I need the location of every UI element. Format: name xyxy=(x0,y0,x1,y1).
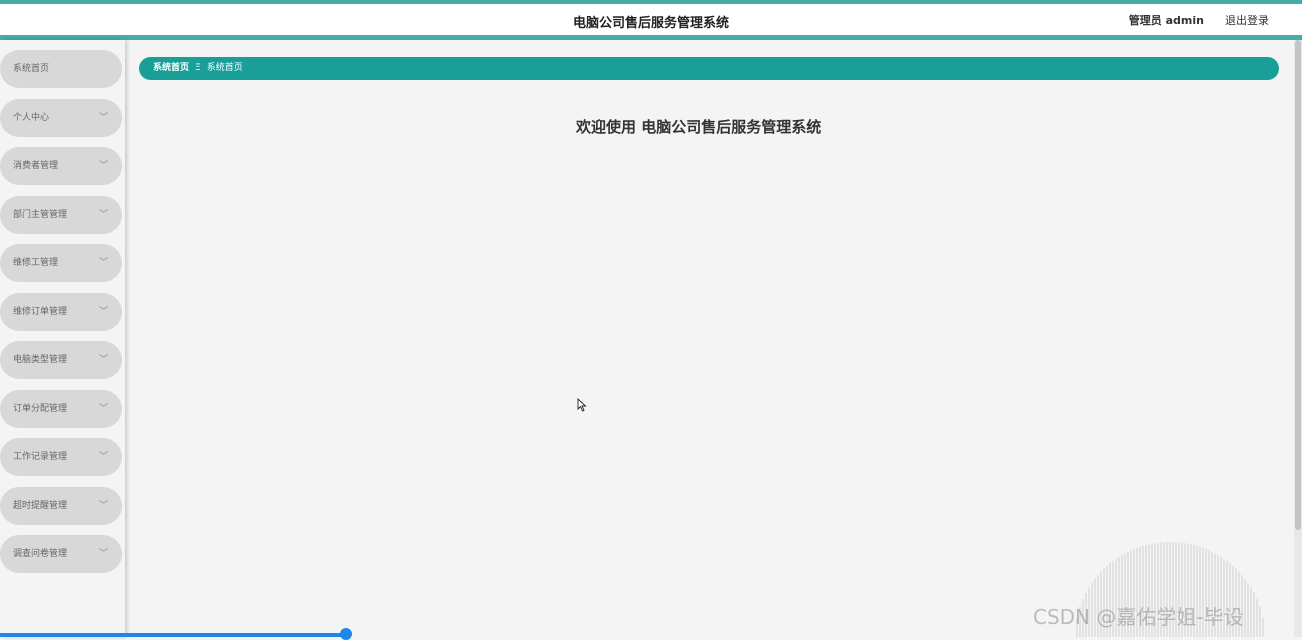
chevron-down-icon: ﹀ xyxy=(98,549,108,559)
user-info: 管理员 admin xyxy=(1128,14,1204,27)
sidebar-item-label: 订单分配管理 xyxy=(13,403,68,414)
chevron-down-icon: ﹀ xyxy=(98,258,108,268)
chevron-down-icon: ﹀ xyxy=(98,355,108,365)
scrollbar-thumb[interactable] xyxy=(1295,40,1301,530)
chevron-down-icon: ﹀ xyxy=(98,161,108,171)
sidebar-item-label: 电脑类型管理 xyxy=(13,355,68,365)
vertical-scrollbar[interactable] xyxy=(1294,40,1302,637)
sidebar-item[interactable]: 超时提醒管理 ﹀ xyxy=(0,486,122,525)
sidebar-item[interactable]: 消费者管理 ﹀ xyxy=(0,147,122,185)
sidebar-item-label: 系统首页 xyxy=(13,64,50,74)
sidebar-item[interactable]: 工作记录管理 ﹀ xyxy=(0,438,122,476)
chevron-down-icon: ﹀ xyxy=(98,403,108,414)
watermark-text: CSDN @嘉佑学姐-毕设 xyxy=(1033,605,1244,629)
chevron-down-icon: ﹀ xyxy=(98,500,108,511)
progress-knob xyxy=(340,628,353,640)
mouse-pointer-icon xyxy=(577,398,587,412)
sidebar-item[interactable]: 订单分配管理 ﹀ xyxy=(0,389,122,428)
sidebar-item-label: 调查问卷管理 xyxy=(13,549,68,559)
chevron-down-icon: ﹀ xyxy=(98,112,108,123)
chevron-down-icon: ﹀ xyxy=(98,452,108,462)
breadcrumb-separator-icon: Ξ xyxy=(195,63,201,73)
breadcrumb-current: 系统首页 xyxy=(206,63,243,73)
sidebar-menu: 系统首页 个人中心 ﹀ 消费者管理 ﹀ 部门主管管理 ﹀ 维修工管理 ﹀ 维修订单管理 ﹀ 电脑类型管… xyxy=(0,40,125,637)
sidebar-item[interactable]: 个人中心 ﹀ xyxy=(0,98,122,137)
app-title: 电脑公司售后服务管理系统 xyxy=(572,16,729,31)
sidebar-item[interactable]: 系统首页 xyxy=(0,50,122,88)
sidebar-item[interactable]: 电脑类型管理 ﹀ xyxy=(0,341,122,379)
sidebar-item-label: 维修订单管理 xyxy=(13,306,68,317)
breadcrumb-home-link[interactable]: 系统首页 xyxy=(153,63,189,73)
loading-progress-bar xyxy=(0,628,1302,640)
sidebar-item-label: 个人中心 xyxy=(13,112,50,123)
breadcrumb: 系统首页 Ξ 系统首页 xyxy=(139,57,1279,80)
sidebar-item-label: 维修工管理 xyxy=(13,258,59,268)
sidebar-item-label: 部门主管管理 xyxy=(13,209,68,220)
sidebar-item[interactable]: 调查问卷管理 ﹀ xyxy=(0,535,122,573)
sidebar-item-label: 工作记录管理 xyxy=(13,452,68,462)
progress-fill xyxy=(0,633,347,637)
sidebar-item[interactable]: 维修订单管理 ﹀ xyxy=(0,292,122,331)
sidebar-item-label: 消费者管理 xyxy=(13,161,59,171)
sidebar-item[interactable]: 维修工管理 ﹀ xyxy=(0,244,122,282)
chevron-down-icon: ﹀ xyxy=(98,306,108,317)
logout-button[interactable]: 退出登录 xyxy=(1225,12,1269,28)
sidebar-item-label: 超时提醒管理 xyxy=(13,500,68,511)
welcome-heading: 欢迎使用 电脑公司售后服务管理系统 xyxy=(576,118,822,136)
sidebar-item[interactable]: 部门主管管理 ﹀ xyxy=(0,195,122,234)
chevron-down-icon: ﹀ xyxy=(98,209,108,220)
top-header: 电脑公司售后服务管理系统 管理员 admin 退出登录 xyxy=(0,0,1302,40)
